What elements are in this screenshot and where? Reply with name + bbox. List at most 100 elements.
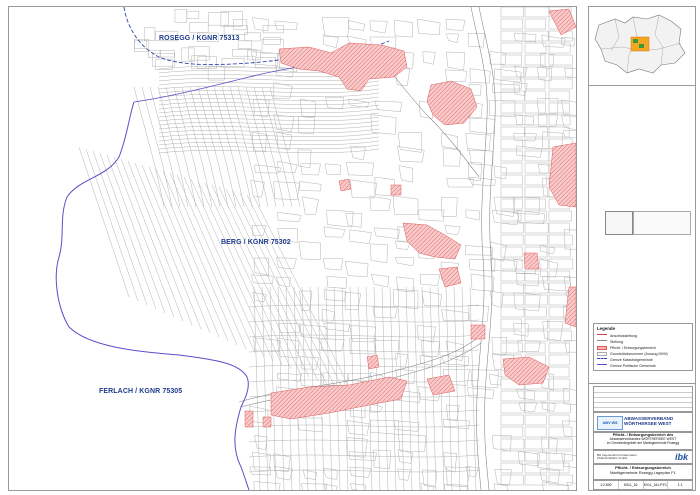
parcel	[524, 474, 547, 486]
parcel	[470, 273, 495, 292]
parcel	[326, 275, 347, 289]
parcel	[397, 468, 411, 481]
pflicht-area	[402, 222, 462, 260]
parcel	[445, 33, 459, 44]
parcel	[299, 372, 325, 387]
sidebar-panel: Legende Anschlussleitung Stellung Pflich…	[588, 6, 696, 491]
parcel	[564, 229, 576, 250]
parcel-line	[248, 334, 480, 338]
parcel	[494, 469, 512, 485]
parcel	[465, 245, 494, 256]
parcel	[548, 294, 570, 306]
pflicht-area	[390, 184, 402, 196]
parcel-line	[197, 86, 229, 208]
parcel	[297, 417, 323, 433]
parcel	[143, 27, 156, 41]
parcel	[444, 225, 461, 236]
parcel	[446, 404, 460, 422]
parcel	[221, 57, 245, 68]
cadastral-label-ferlach: FERLACH / KGNR 75305	[99, 388, 183, 395]
parcel-line	[85, 148, 139, 302]
parcel	[548, 234, 573, 246]
parcel	[500, 330, 522, 342]
parcel	[398, 165, 414, 183]
parcel	[419, 274, 441, 286]
parcel	[500, 126, 525, 138]
parcel	[300, 163, 321, 176]
parcel-line	[183, 176, 265, 358]
pflicht-area	[438, 266, 462, 288]
project-description: Pflicht- / Entsorgungsbereich des Abwass…	[593, 432, 693, 450]
parcel	[320, 338, 345, 352]
parcel	[524, 66, 548, 78]
parcel	[134, 40, 148, 50]
legend-item: Grundstücksnummer (Auszug DKM)	[597, 351, 668, 356]
parcel-line	[158, 132, 380, 138]
overview-map	[589, 7, 695, 86]
parcel	[516, 145, 543, 158]
plan-code: K01L_16	[619, 481, 644, 489]
parcel	[524, 426, 547, 438]
parcel	[189, 22, 209, 33]
parcel	[321, 16, 350, 38]
parcel	[373, 227, 401, 239]
parcel	[220, 11, 243, 27]
parcel	[262, 25, 284, 34]
parcel	[524, 7, 550, 18]
parcel	[446, 51, 466, 71]
parcel	[421, 469, 437, 488]
parcel-line	[253, 286, 261, 490]
parcel	[500, 246, 523, 258]
parcel	[397, 146, 425, 163]
parcel	[253, 99, 270, 117]
parcel-line	[141, 164, 211, 334]
parcel	[299, 181, 322, 192]
approval-stamp-text	[633, 211, 691, 235]
parcel	[369, 403, 384, 413]
parcel	[277, 212, 302, 222]
parcel-line	[248, 439, 480, 443]
ibk-logo: ibk	[674, 452, 688, 462]
parcel	[548, 390, 571, 402]
parcel	[393, 420, 420, 432]
legend-title: Legende	[597, 326, 616, 331]
parcel	[524, 270, 548, 282]
map-viewport[interactable]: ROSEGG / KGNR 75313 BERG / KGNR 75302 FE…	[8, 6, 577, 491]
parcel	[441, 355, 470, 366]
parcel	[392, 195, 419, 216]
parcel	[421, 340, 440, 358]
parcel	[548, 366, 570, 378]
parcel	[517, 340, 541, 352]
parcel-line	[405, 286, 413, 490]
parcel	[350, 145, 366, 161]
parcel	[233, 19, 248, 30]
parcel-line	[158, 116, 380, 122]
parcel	[323, 226, 346, 238]
parcel	[247, 49, 261, 61]
parcel	[273, 181, 300, 200]
parcel-line	[205, 86, 237, 208]
parcel	[372, 306, 398, 319]
parcel	[470, 369, 499, 389]
parcel	[518, 402, 538, 413]
parcel	[524, 282, 549, 294]
parcel	[500, 270, 525, 282]
parcel	[345, 213, 362, 228]
parcel-line	[148, 166, 220, 338]
pflicht-area	[470, 324, 486, 340]
parcel	[500, 282, 524, 294]
parcel-line	[158, 128, 380, 134]
parcel	[541, 34, 566, 48]
parcel	[548, 414, 570, 426]
map-sheet: ROSEGG / KGNR 75313 BERG / KGNR 75302 FE…	[0, 0, 700, 495]
parcel	[500, 414, 524, 426]
pflicht-area	[426, 374, 456, 396]
parcel	[349, 483, 367, 490]
parcel	[276, 257, 297, 270]
legend-item: Grenze Katastralgemeinde	[597, 357, 653, 362]
parcel	[465, 209, 480, 221]
parcel	[524, 198, 547, 210]
parcel	[500, 234, 524, 246]
parcel	[491, 336, 508, 356]
parcel	[524, 174, 547, 186]
